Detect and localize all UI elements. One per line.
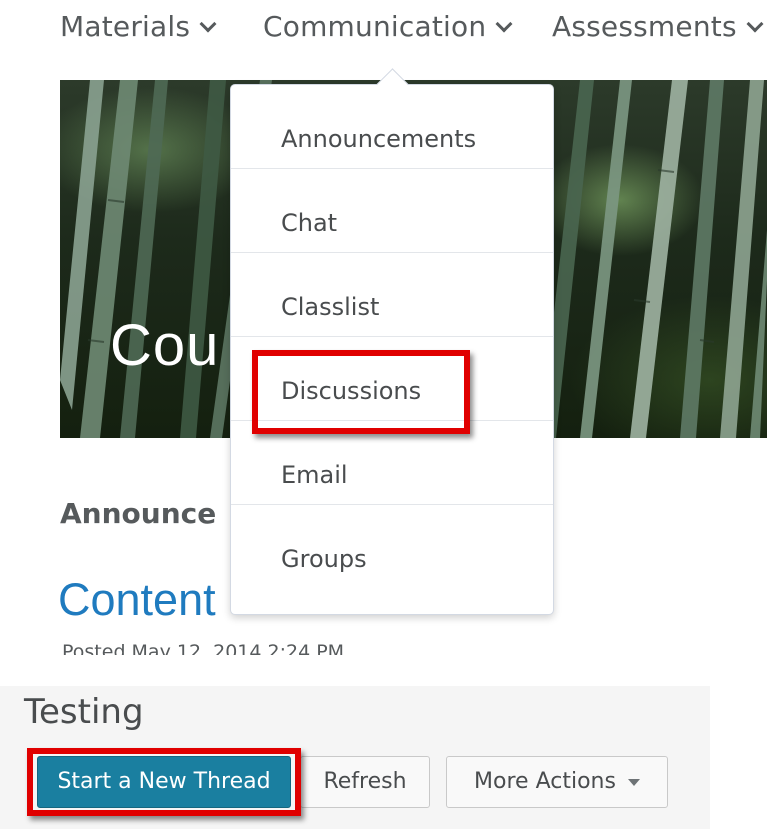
start-new-thread-button[interactable]: Start a New Thread — [37, 756, 291, 808]
nav-item-materials[interactable]: Materials — [60, 10, 217, 43]
menu-item-chat[interactable]: Chat — [231, 169, 553, 253]
course-navbar: Materials Communication Assessments — [0, 0, 767, 60]
banner-course-title: Cou — [110, 313, 220, 378]
menu-item-discussions[interactable]: Discussions — [231, 337, 553, 421]
announcement-title-link[interactable]: Content — [58, 574, 216, 626]
nav-item-label: Materials — [60, 10, 191, 43]
posted-text: Posted May 12, 2014 2:24 PM — [62, 641, 345, 655]
communication-dropdown-menu: Announcements Chat Classlist Discussions… — [230, 84, 554, 615]
announcements-heading: Announce — [60, 497, 217, 530]
menu-item-label: Discussions — [281, 377, 422, 405]
chevron-down-icon — [199, 15, 217, 33]
menu-item-label: Chat — [281, 209, 338, 237]
more-actions-label: More Actions — [474, 769, 616, 794]
nav-item-label: Assessments — [552, 10, 737, 43]
nav-item-label: Communication — [263, 10, 487, 43]
nav-item-assessments[interactable]: Assessments — [552, 10, 764, 43]
menu-item-label: Groups — [281, 545, 367, 573]
nav-item-communication[interactable]: Communication — [263, 10, 513, 43]
menu-item-label: Announcements — [281, 125, 477, 153]
menu-item-label: Classlist — [281, 293, 380, 321]
more-actions-button[interactable]: More Actions — [446, 756, 668, 808]
page-title: Testing — [24, 692, 144, 732]
chevron-down-icon — [746, 15, 764, 33]
menu-item-label: Email — [281, 461, 348, 489]
refresh-button[interactable]: Refresh — [300, 756, 430, 808]
menu-item-email[interactable]: Email — [231, 421, 553, 505]
menu-item-groups[interactable]: Groups — [231, 505, 553, 589]
caret-down-icon — [627, 779, 640, 786]
menu-item-classlist[interactable]: Classlist — [231, 253, 553, 337]
announcement-posted-date: Posted May 12, 2014 2:24 PM — [62, 637, 344, 655]
chevron-down-icon — [495, 15, 513, 33]
